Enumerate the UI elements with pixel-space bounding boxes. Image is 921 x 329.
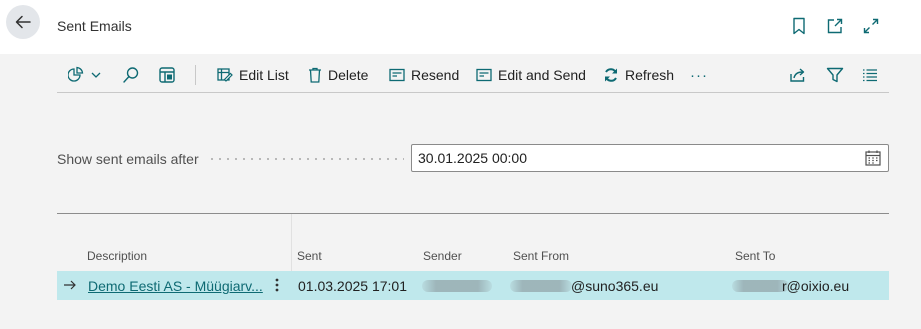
refresh-label: Refresh: [625, 67, 675, 83]
row-sent-from-domain: @suno365.eu: [571, 278, 659, 294]
edit-and-send-button[interactable]: Edit and Send: [476, 57, 586, 93]
date-picker-button[interactable]: [864, 149, 882, 167]
arrow-left-icon: [15, 15, 31, 29]
refresh-icon: [605, 68, 617, 82]
trash-icon: [309, 67, 321, 83]
column-header-description[interactable]: Description: [87, 249, 147, 263]
more-options-button[interactable]: ···: [690, 57, 708, 93]
filter-button[interactable]: [826, 57, 844, 93]
page-header: Sent Emails: [0, 0, 921, 54]
row-sent-datetime: 01.03.2025 17:01: [298, 278, 407, 294]
row-sender-redacted: [422, 280, 492, 292]
current-row-arrow-icon: [64, 280, 76, 290]
column-header-sent-from[interactable]: Sent From: [513, 249, 569, 263]
expand-icon: [863, 18, 879, 34]
bookmark-button[interactable]: [790, 17, 808, 35]
column-header-sent-to[interactable]: Sent To: [735, 249, 775, 263]
table-layout-icon: [159, 67, 175, 83]
email-resend-icon: [389, 68, 405, 82]
refresh-button[interactable]: Refresh: [603, 57, 674, 93]
bookmark-icon: [793, 17, 805, 35]
column-header-sent[interactable]: Sent: [297, 249, 322, 263]
search-icon: [123, 67, 139, 83]
show-sent-emails-after-input[interactable]: 30.01.2025 00:00: [411, 144, 889, 172]
field-leader-dots: [208, 158, 404, 160]
data-analysis-icon: [68, 66, 101, 82]
calendar-icon: [865, 150, 881, 166]
action-bar: Edit List Delete Resend Edit and Send Re…: [57, 57, 889, 93]
row-sent-to-redacted: [732, 280, 789, 292]
edit-list-label: Edit List: [239, 67, 289, 83]
show-sent-emails-after-label: Show sent emails after: [57, 151, 199, 167]
edit-and-send-label: Edit and Send: [498, 67, 586, 83]
search-button[interactable]: [122, 57, 140, 93]
list-view-icon: [863, 69, 877, 82]
row-sent-to-domain: r@oixio.eu: [782, 278, 850, 294]
action-separator: [195, 65, 196, 85]
row-sent-from-redacted: [510, 280, 572, 292]
resend-label: Resend: [411, 67, 460, 83]
back-button[interactable]: [6, 5, 40, 39]
analysis-mode-button[interactable]: [68, 57, 102, 93]
resend-button[interactable]: Resend: [389, 57, 459, 93]
column-freeze-divider: [291, 214, 292, 271]
list-top-border: [57, 213, 889, 214]
row-description-link[interactable]: Demo Eesti AS - Müügiarv...: [88, 278, 263, 294]
delete-label: Delete: [328, 67, 369, 83]
edit-list-icon: [217, 68, 233, 82]
email-edit-icon: [476, 68, 492, 82]
delete-button[interactable]: Delete: [308, 57, 368, 93]
open-in-new-window-icon: [827, 18, 843, 34]
table-layout-button[interactable]: [158, 57, 176, 93]
list-view-button[interactable]: [862, 57, 878, 93]
expand-button[interactable]: [862, 17, 880, 35]
row-actions-menu-icon[interactable]: [273, 276, 281, 294]
open-new-window-button[interactable]: [826, 17, 844, 35]
table-row[interactable]: Demo Eesti AS - Müügiarv... 01.03.2025 1…: [57, 271, 889, 300]
page-title: Sent Emails: [57, 18, 132, 34]
column-header-sender[interactable]: Sender: [423, 249, 462, 263]
share-button[interactable]: [789, 57, 807, 93]
share-icon: [790, 68, 805, 82]
filter-icon: [826, 67, 844, 83]
edit-list-button[interactable]: Edit List: [217, 57, 289, 93]
